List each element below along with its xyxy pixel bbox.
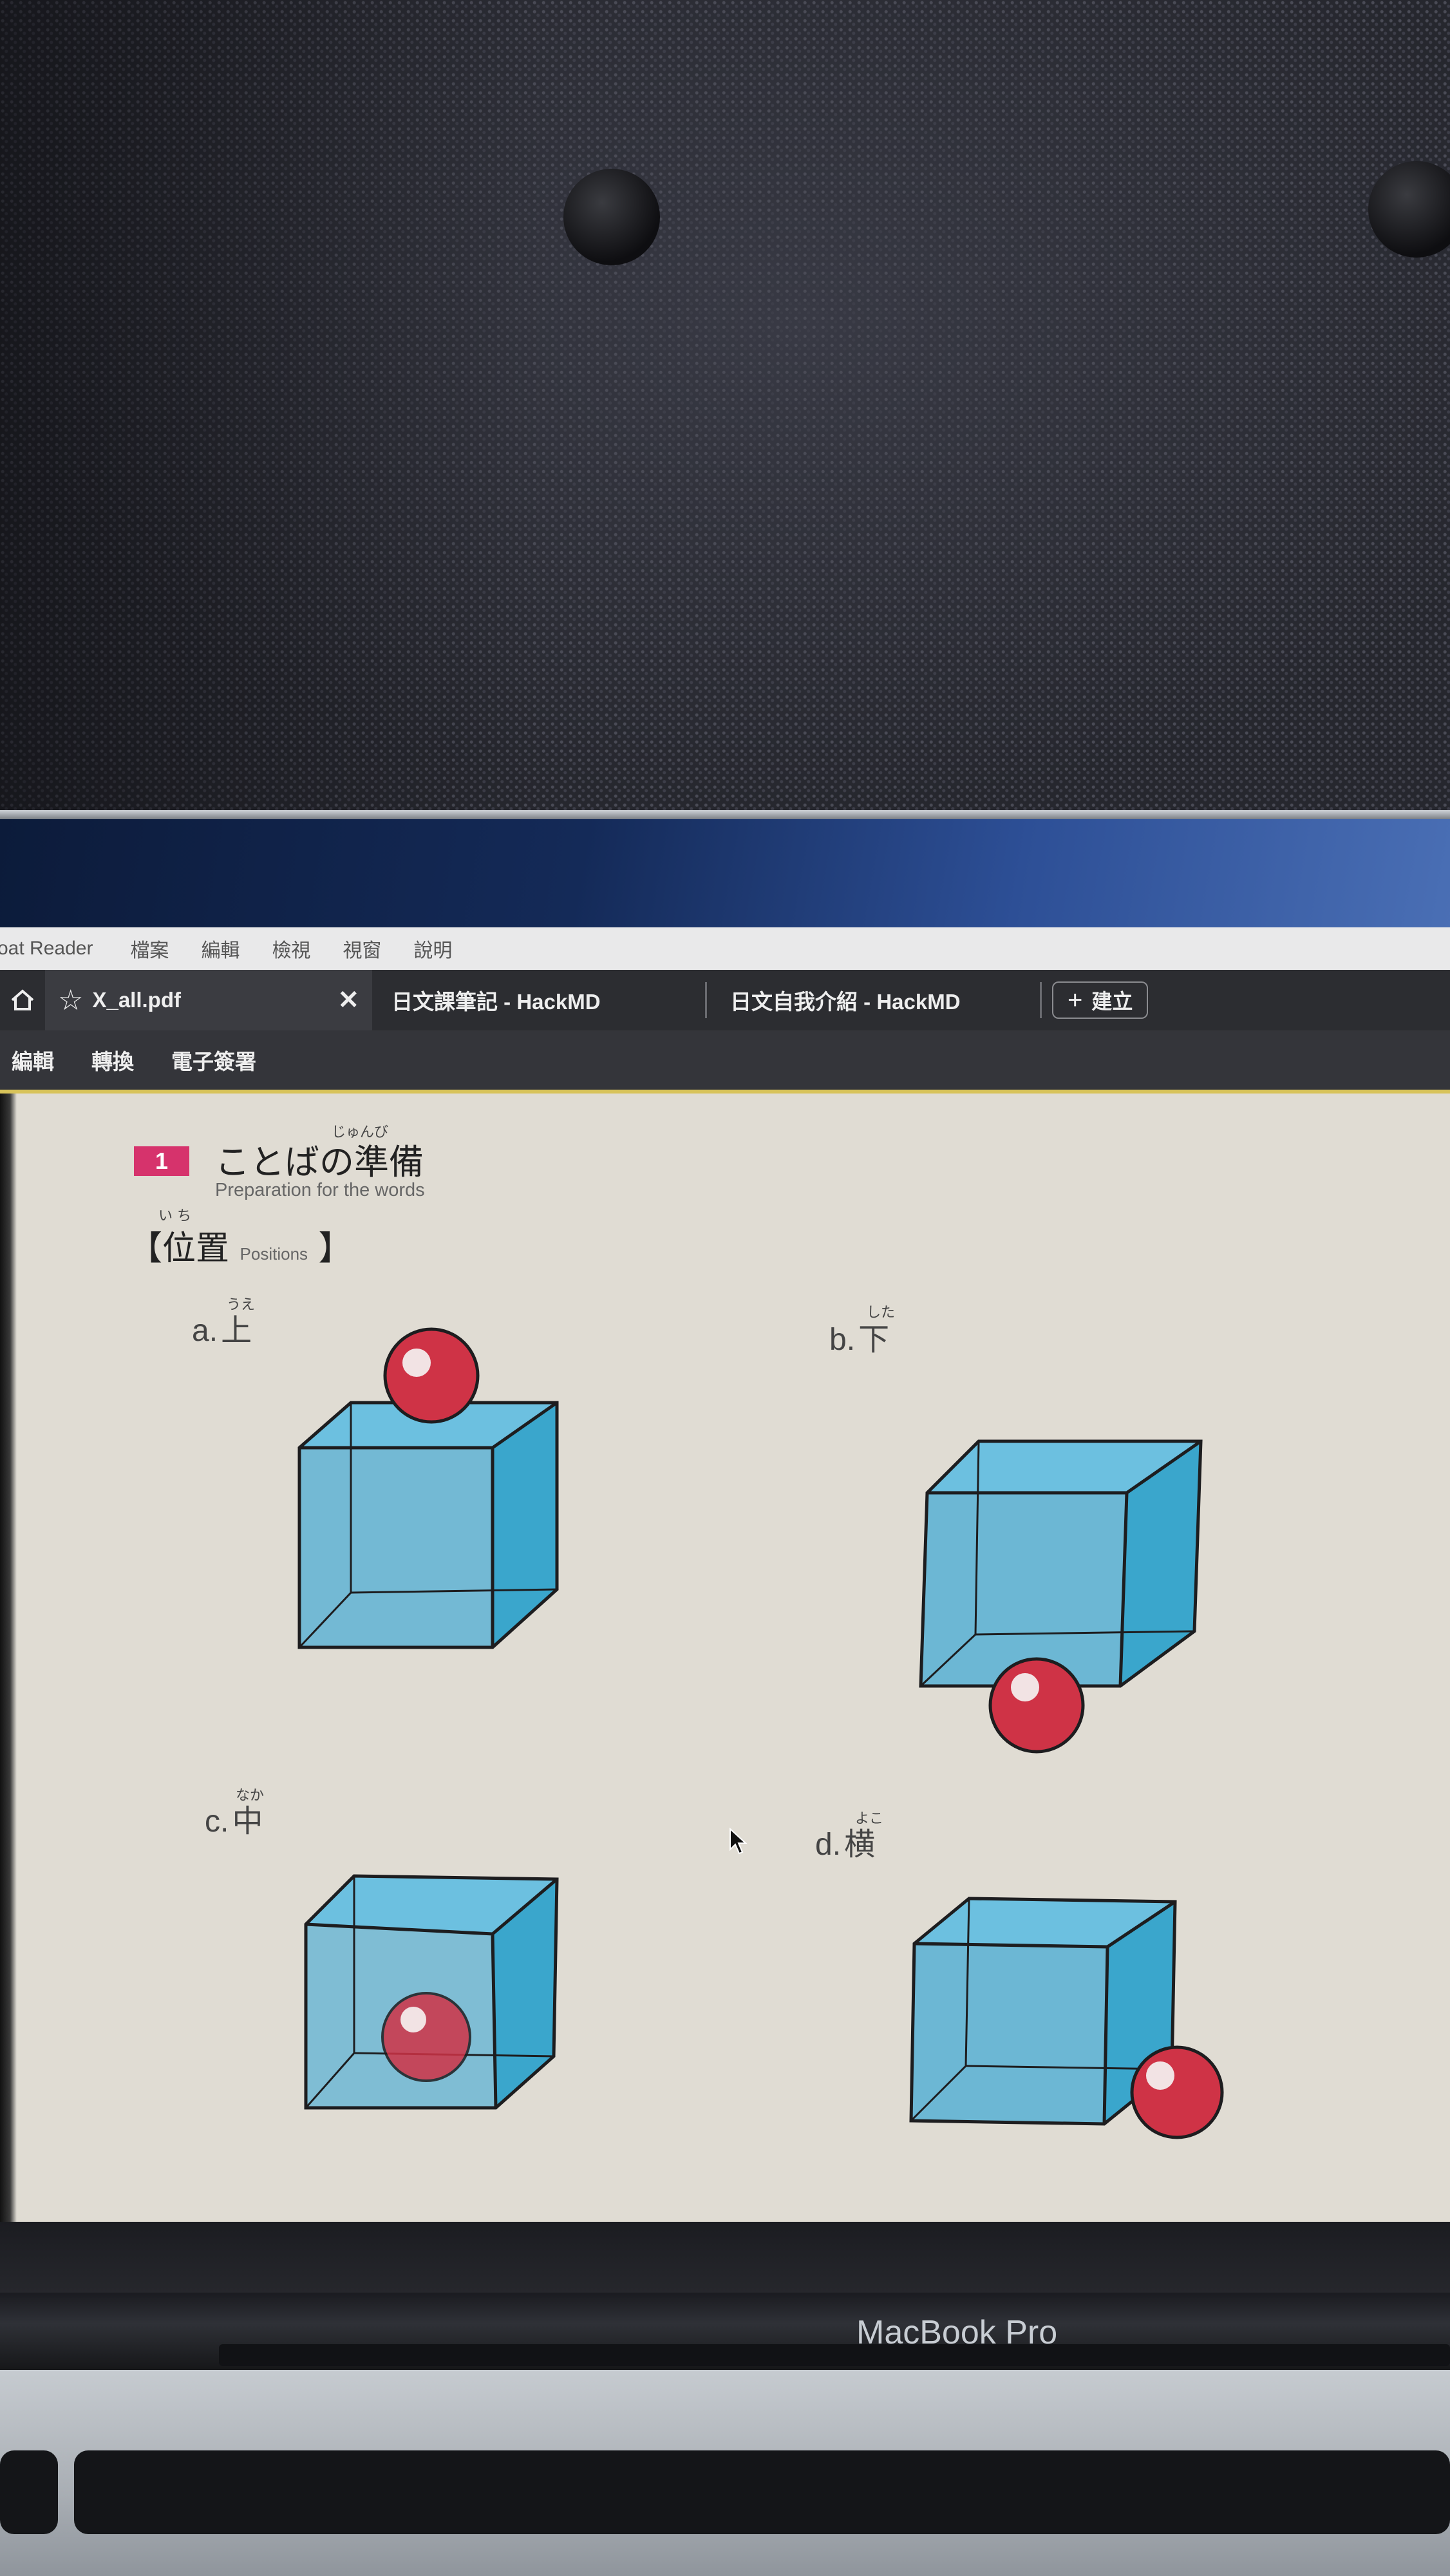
screen-reflection <box>0 819 1450 942</box>
tool-edit[interactable]: 編輯 <box>12 1045 54 1075</box>
mouse-cursor-icon <box>730 1828 748 1855</box>
positions-heading-kanji: 【位置 <box>129 1229 230 1268</box>
tab-x-all-pdf[interactable]: ☆ X_all.pdf ✕ <box>45 970 372 1030</box>
menu-bar: oat Reader 檔案 編輯 檢視 視窗 說明 <box>0 927 1450 971</box>
item-kanji: 上 <box>221 1314 252 1348</box>
laptop-lid-edge <box>0 810 1450 819</box>
item-d-label: d. 横 <box>815 1819 875 1864</box>
item-b-label: b. 下 <box>829 1314 889 1359</box>
tab-hackmd-intro[interactable]: 日文自我介紹 - HackMD <box>707 982 1042 1018</box>
section-title: ことばの準備 <box>215 1142 424 1182</box>
tab-label: 日文自我介紹 - HackMD <box>730 990 961 1014</box>
item-letter: d. <box>815 1828 842 1862</box>
item-kanji: 中 <box>232 1804 263 1839</box>
cube-ball-beside-illustration <box>909 1897 1224 2139</box>
menu-view[interactable]: 檢視 <box>272 934 310 963</box>
item-c-label: c. 中 <box>205 1795 263 1841</box>
tab-label: 日文課筆記 - HackMD <box>391 990 601 1014</box>
cube-ball-above-illustration <box>297 1327 559 1649</box>
positions-heading-en: Positions <box>240 1244 308 1264</box>
home-tab[interactable] <box>0 970 45 1030</box>
create-button[interactable]: + 建立 <box>1052 981 1149 1019</box>
tab-label: X_all.pdf <box>92 988 181 1012</box>
section-number-badge: 1 <box>134 1146 189 1176</box>
menu-edit[interactable]: 編輯 <box>201 934 240 963</box>
item-letter: b. <box>829 1323 856 1357</box>
keyboard-key <box>0 2450 58 2534</box>
item-letter: c. <box>205 1804 229 1839</box>
toolbar: 編輯 轉換 電子簽署 <box>0 1030 1450 1094</box>
hinge-bar <box>219 2344 1450 2366</box>
close-icon[interactable]: ✕ <box>337 985 359 1015</box>
touch-bar <box>74 2450 1450 2534</box>
item-kanji: 横 <box>844 1828 876 1862</box>
chair-button <box>563 169 660 265</box>
create-label: 建立 <box>1091 990 1133 1013</box>
tab-hackmd-notes[interactable]: 日文課筆記 - HackMD <box>372 982 707 1018</box>
app-menu[interactable]: oat Reader <box>0 938 93 960</box>
cube-ball-below-illustration <box>919 1439 1203 1754</box>
item-letter: a. <box>192 1314 218 1348</box>
pdf-page[interactable]: 1 じゅんび ことばの準備 Preparation for the words … <box>0 1094 1450 2222</box>
page-edge-shadow <box>0 1094 17 2222</box>
brand-label: MacBook Pro <box>856 2314 1058 2351</box>
item-a-label: a. 上 <box>192 1305 252 1350</box>
positions-heading-close: 】 <box>318 1229 352 1268</box>
laptop-screen: oat Reader 檔案 編輯 檢視 視窗 說明 ☆ X_all.pdf ✕ … <box>0 927 1450 2222</box>
menu-file[interactable]: 檔案 <box>130 934 169 963</box>
tool-convert[interactable]: 轉換 <box>91 1045 134 1075</box>
star-icon[interactable]: ☆ <box>58 984 83 1017</box>
section-subtitle: Preparation for the words <box>215 1180 425 1200</box>
tab-bar: ☆ X_all.pdf ✕ 日文課筆記 - HackMD 日文自我介紹 - Ha… <box>0 970 1450 1030</box>
positions-heading: 【位置 Positions 】 <box>129 1221 352 1269</box>
plus-icon: + <box>1068 985 1083 1014</box>
menu-help[interactable]: 說明 <box>413 934 452 963</box>
fabric-shadow <box>0 0 547 813</box>
item-kanji: 下 <box>858 1323 890 1357</box>
tool-e-sign[interactable]: 電子簽署 <box>171 1045 256 1075</box>
cube-ball-inside-illustration <box>304 1874 559 2110</box>
home-icon <box>11 989 34 1010</box>
screen-bottom-bezel <box>0 2222 1450 2293</box>
menu-window[interactable]: 視窗 <box>343 934 381 963</box>
